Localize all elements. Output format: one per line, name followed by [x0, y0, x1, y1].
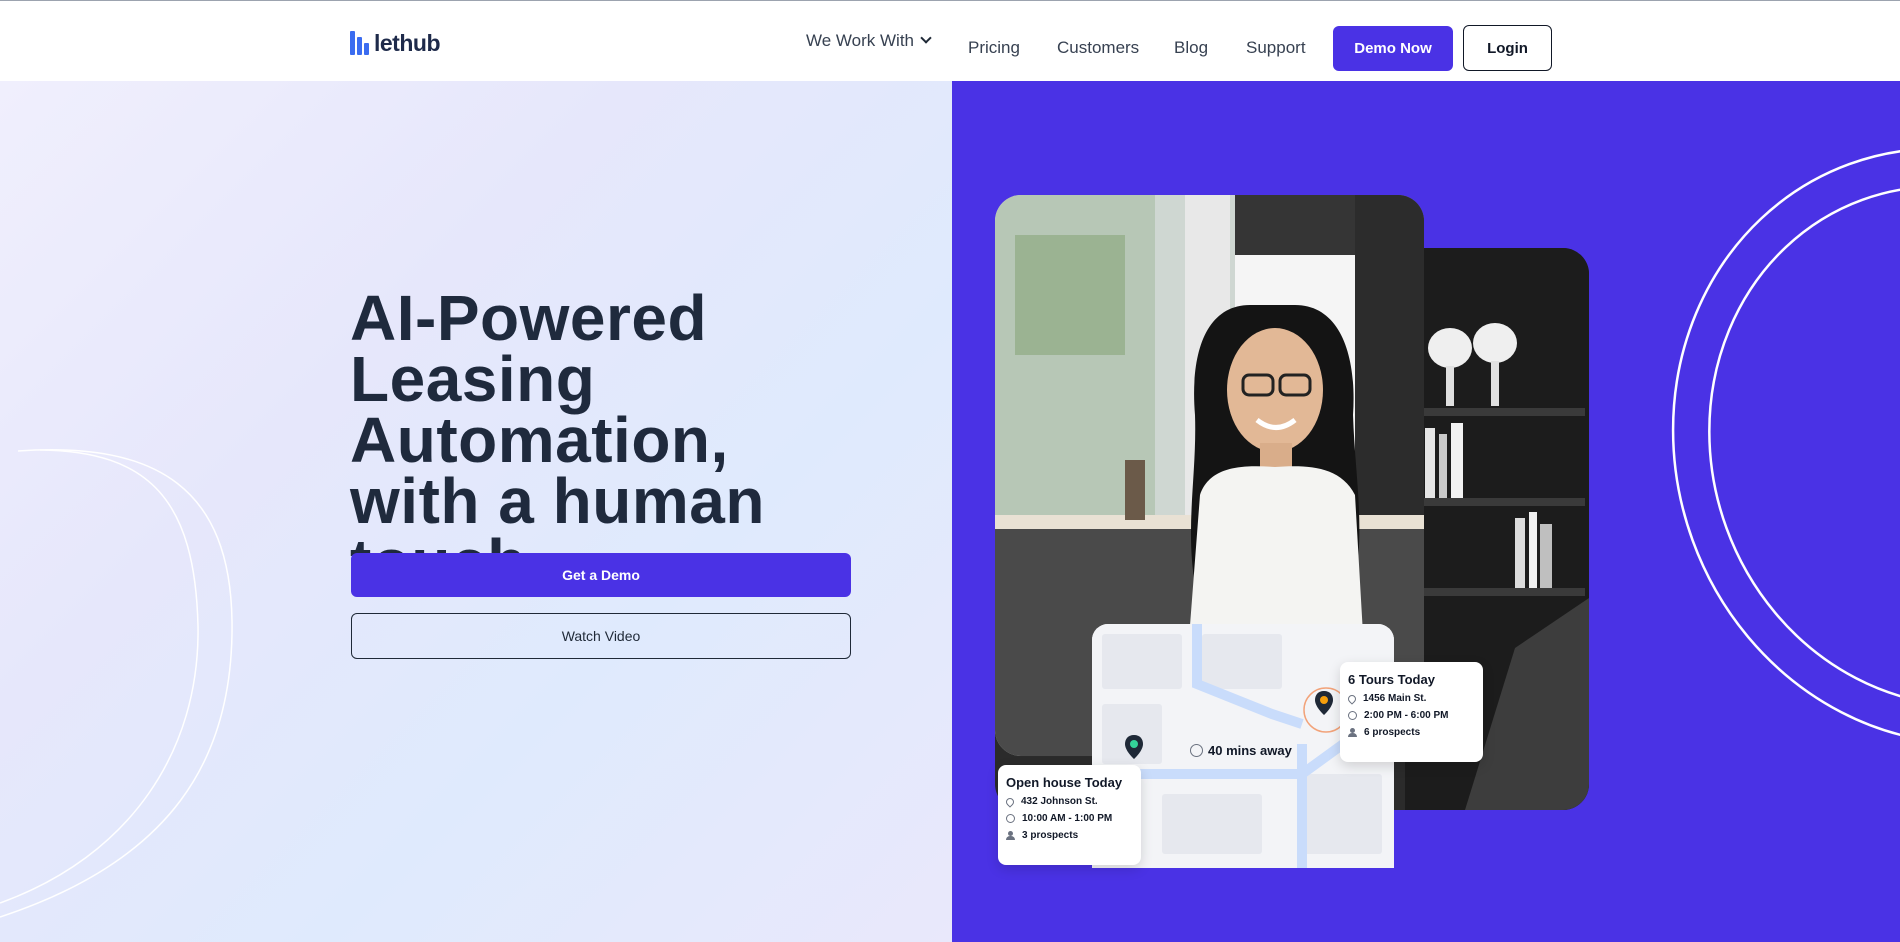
nav-we-work-with[interactable]: We Work With: [806, 31, 932, 51]
hero-title-line: Leasing: [350, 343, 596, 415]
open-house-address: 432 Johnson St.: [1021, 796, 1098, 807]
hero-title-line: Automation,: [350, 404, 729, 476]
location-pin-icon: [1004, 795, 1016, 808]
open-house-time: 10:00 AM - 1:00 PM: [1022, 813, 1113, 824]
tours-time: 2:00 PM - 6:00 PM: [1364, 710, 1449, 721]
brand-logo[interactable]: lethub: [350, 30, 441, 56]
user-icon: [1348, 728, 1357, 737]
demo-now-button[interactable]: Demo Now: [1333, 26, 1453, 71]
hero-left-panel: AI-Powered Leasing Automation, with a hu…: [0, 81, 952, 942]
nav-blog[interactable]: Blog: [1174, 38, 1208, 58]
user-icon: [1006, 831, 1015, 840]
get-demo-button[interactable]: Get a Demo: [351, 553, 851, 597]
hero-title-line: with a human: [350, 465, 765, 537]
hero-title-line: AI-Powered: [350, 282, 708, 354]
chevron-down-icon: [920, 32, 932, 44]
nav-customers[interactable]: Customers: [1057, 38, 1139, 58]
distance-text: 40 mins away: [1208, 743, 1292, 758]
distance-label: 40 mins away: [1190, 743, 1292, 758]
nav-we-work-with-label: We Work With: [806, 31, 914, 50]
clock-icon: [1348, 711, 1357, 720]
login-button[interactable]: Login: [1463, 25, 1552, 71]
hero-title: AI-Powered Leasing Automation, with a hu…: [350, 282, 910, 594]
site-header: lethub We Work With Pricing Customers Bl…: [0, 1, 1900, 81]
open-house-card: Open house Today 432 Johnson St. 10:00 A…: [998, 765, 1141, 865]
logo-bars-icon: [350, 31, 370, 55]
nav-support[interactable]: Support: [1246, 38, 1306, 58]
tours-title: 6 Tours Today: [1348, 672, 1435, 687]
open-house-title: Open house Today: [1006, 775, 1123, 790]
tours-prospects: 6 prospects: [1364, 727, 1421, 738]
tours-card: 6 Tours Today 1456 Main St. 2:00 PM - 6:…: [1340, 662, 1483, 762]
map-pin-icon: [1125, 735, 1143, 759]
location-pin-icon: [1346, 692, 1358, 705]
tours-address: 1456 Main St.: [1363, 693, 1427, 704]
logo-text: lethub: [374, 30, 441, 56]
map-pin-icon: [1315, 691, 1333, 715]
open-house-prospects: 3 prospects: [1022, 830, 1079, 841]
watch-video-button[interactable]: Watch Video: [351, 613, 851, 659]
clock-icon: [1190, 744, 1203, 757]
nav-pricing[interactable]: Pricing: [968, 38, 1020, 58]
clock-icon: [1006, 814, 1015, 823]
